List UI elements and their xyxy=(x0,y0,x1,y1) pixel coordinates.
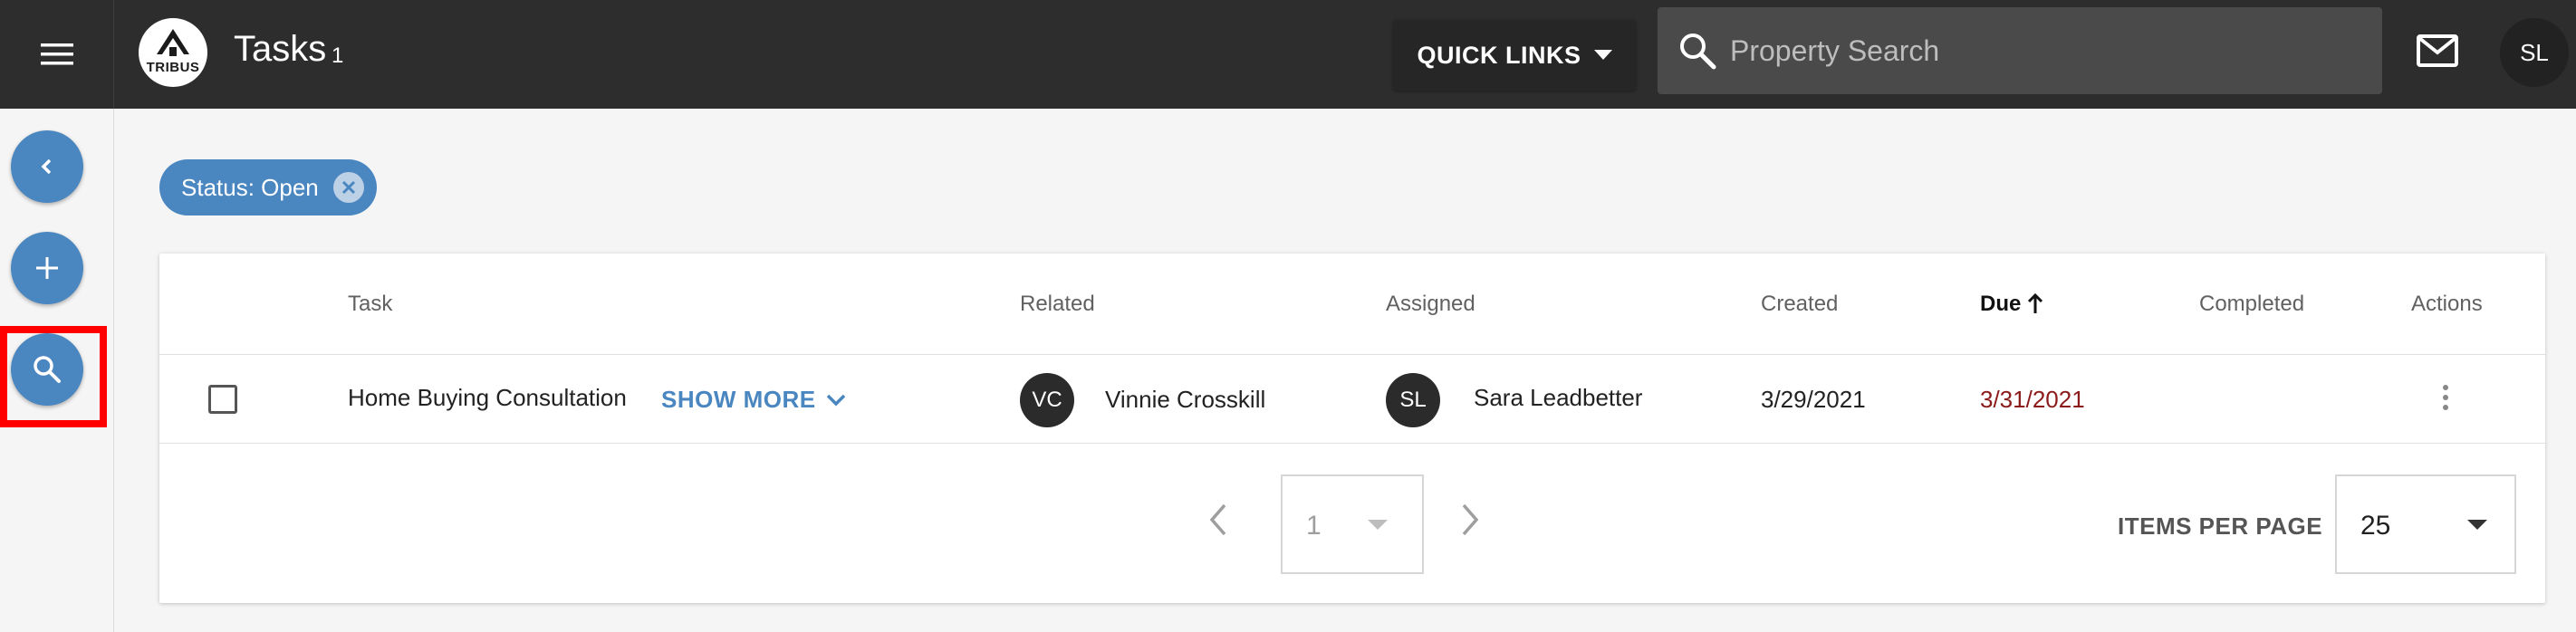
task-count: 1 xyxy=(332,43,344,68)
next-page-button[interactable] xyxy=(1458,502,1482,538)
column-header-related[interactable]: Related xyxy=(1020,292,1095,317)
chevron-left-icon xyxy=(41,158,52,175)
column-header-actions: Actions xyxy=(2411,292,2483,316)
property-search xyxy=(1658,7,2382,94)
close-icon xyxy=(341,180,356,195)
search-icon xyxy=(34,356,61,383)
current-page: 1 xyxy=(1306,511,1322,541)
tasks-table-card: Task Related Assigned Created Due Comple… xyxy=(159,254,2545,603)
items-per-page-value: 25 xyxy=(2360,511,2391,541)
add-task-button[interactable] xyxy=(11,232,83,304)
column-header-completed[interactable]: Completed xyxy=(2199,292,2304,317)
search-icon xyxy=(1680,34,1716,70)
table-header: Task Related Assigned Created Due Comple… xyxy=(159,254,2545,355)
due-date: 3/31/2021 xyxy=(1980,386,2085,413)
row-checkbox[interactable] xyxy=(208,385,237,414)
column-header-due[interactable]: Due xyxy=(1980,292,2044,317)
plus-icon xyxy=(36,257,58,279)
mail-icon xyxy=(2417,34,2458,67)
items-per-page-label: ITEMS PER PAGE xyxy=(2118,512,2323,540)
search-tasks-button[interactable] xyxy=(11,333,83,406)
assigned-name: Sara Leadbetter xyxy=(1474,384,1643,411)
assigned-avatar: SL xyxy=(1386,373,1440,427)
house-roof-icon xyxy=(157,29,189,56)
dropdown-arrow-icon xyxy=(2467,520,2487,530)
column-header-created[interactable]: Created xyxy=(1761,292,1838,317)
user-avatar[interactable]: SL xyxy=(2500,18,2569,87)
dropdown-arrow-icon xyxy=(1593,50,1612,60)
quick-links-button[interactable]: QUICK LINKS xyxy=(1393,20,1636,91)
table-row: Home Buying Consultation SHOW MORE VC Vi… xyxy=(159,355,2545,444)
chip-label: Status: Open xyxy=(181,173,319,201)
menu-icon xyxy=(40,43,73,65)
related-avatar: VC xyxy=(1020,373,1074,427)
page-title: Tasks xyxy=(234,29,327,69)
logo-text: TRIBUS xyxy=(146,60,200,75)
collapse-button[interactable] xyxy=(11,130,83,203)
dropdown-arrow-icon xyxy=(1368,520,1388,530)
column-header-due-label: Due xyxy=(1980,292,2022,316)
sort-ascending-icon xyxy=(2028,293,2043,313)
mail-button[interactable] xyxy=(2417,29,2464,76)
created-date: 3/29/2021 xyxy=(1761,386,1866,413)
task-name[interactable]: Home Buying Consultation xyxy=(348,384,627,412)
show-more-button[interactable]: SHOW MORE xyxy=(661,386,847,414)
remove-filter-button[interactable] xyxy=(333,172,364,203)
property-search-input[interactable] xyxy=(1730,24,2364,78)
related-name[interactable]: Vinnie Crosskill xyxy=(1105,386,1265,414)
show-more-label: SHOW MORE xyxy=(661,386,816,413)
items-per-page-select[interactable]: 25 xyxy=(2335,474,2516,574)
chevron-down-icon xyxy=(826,394,845,406)
column-header-assigned[interactable]: Assigned xyxy=(1386,292,1475,317)
previous-page-button[interactable] xyxy=(1206,502,1230,538)
more-vert-icon[interactable] xyxy=(2442,384,2449,411)
top-app-bar: TRIBUS Tasks 1 QUICK LINKS SL xyxy=(0,0,2576,109)
tribus-logo[interactable]: TRIBUS xyxy=(139,18,207,87)
left-action-rail xyxy=(0,109,114,632)
quick-links-label: QUICK LINKS xyxy=(1417,41,1581,69)
column-header-task[interactable]: Task xyxy=(348,292,392,317)
page-select[interactable]: 1 xyxy=(1281,474,1424,574)
hamburger-menu-button[interactable] xyxy=(0,0,114,109)
status-filter-chip: Status: Open xyxy=(159,159,377,215)
